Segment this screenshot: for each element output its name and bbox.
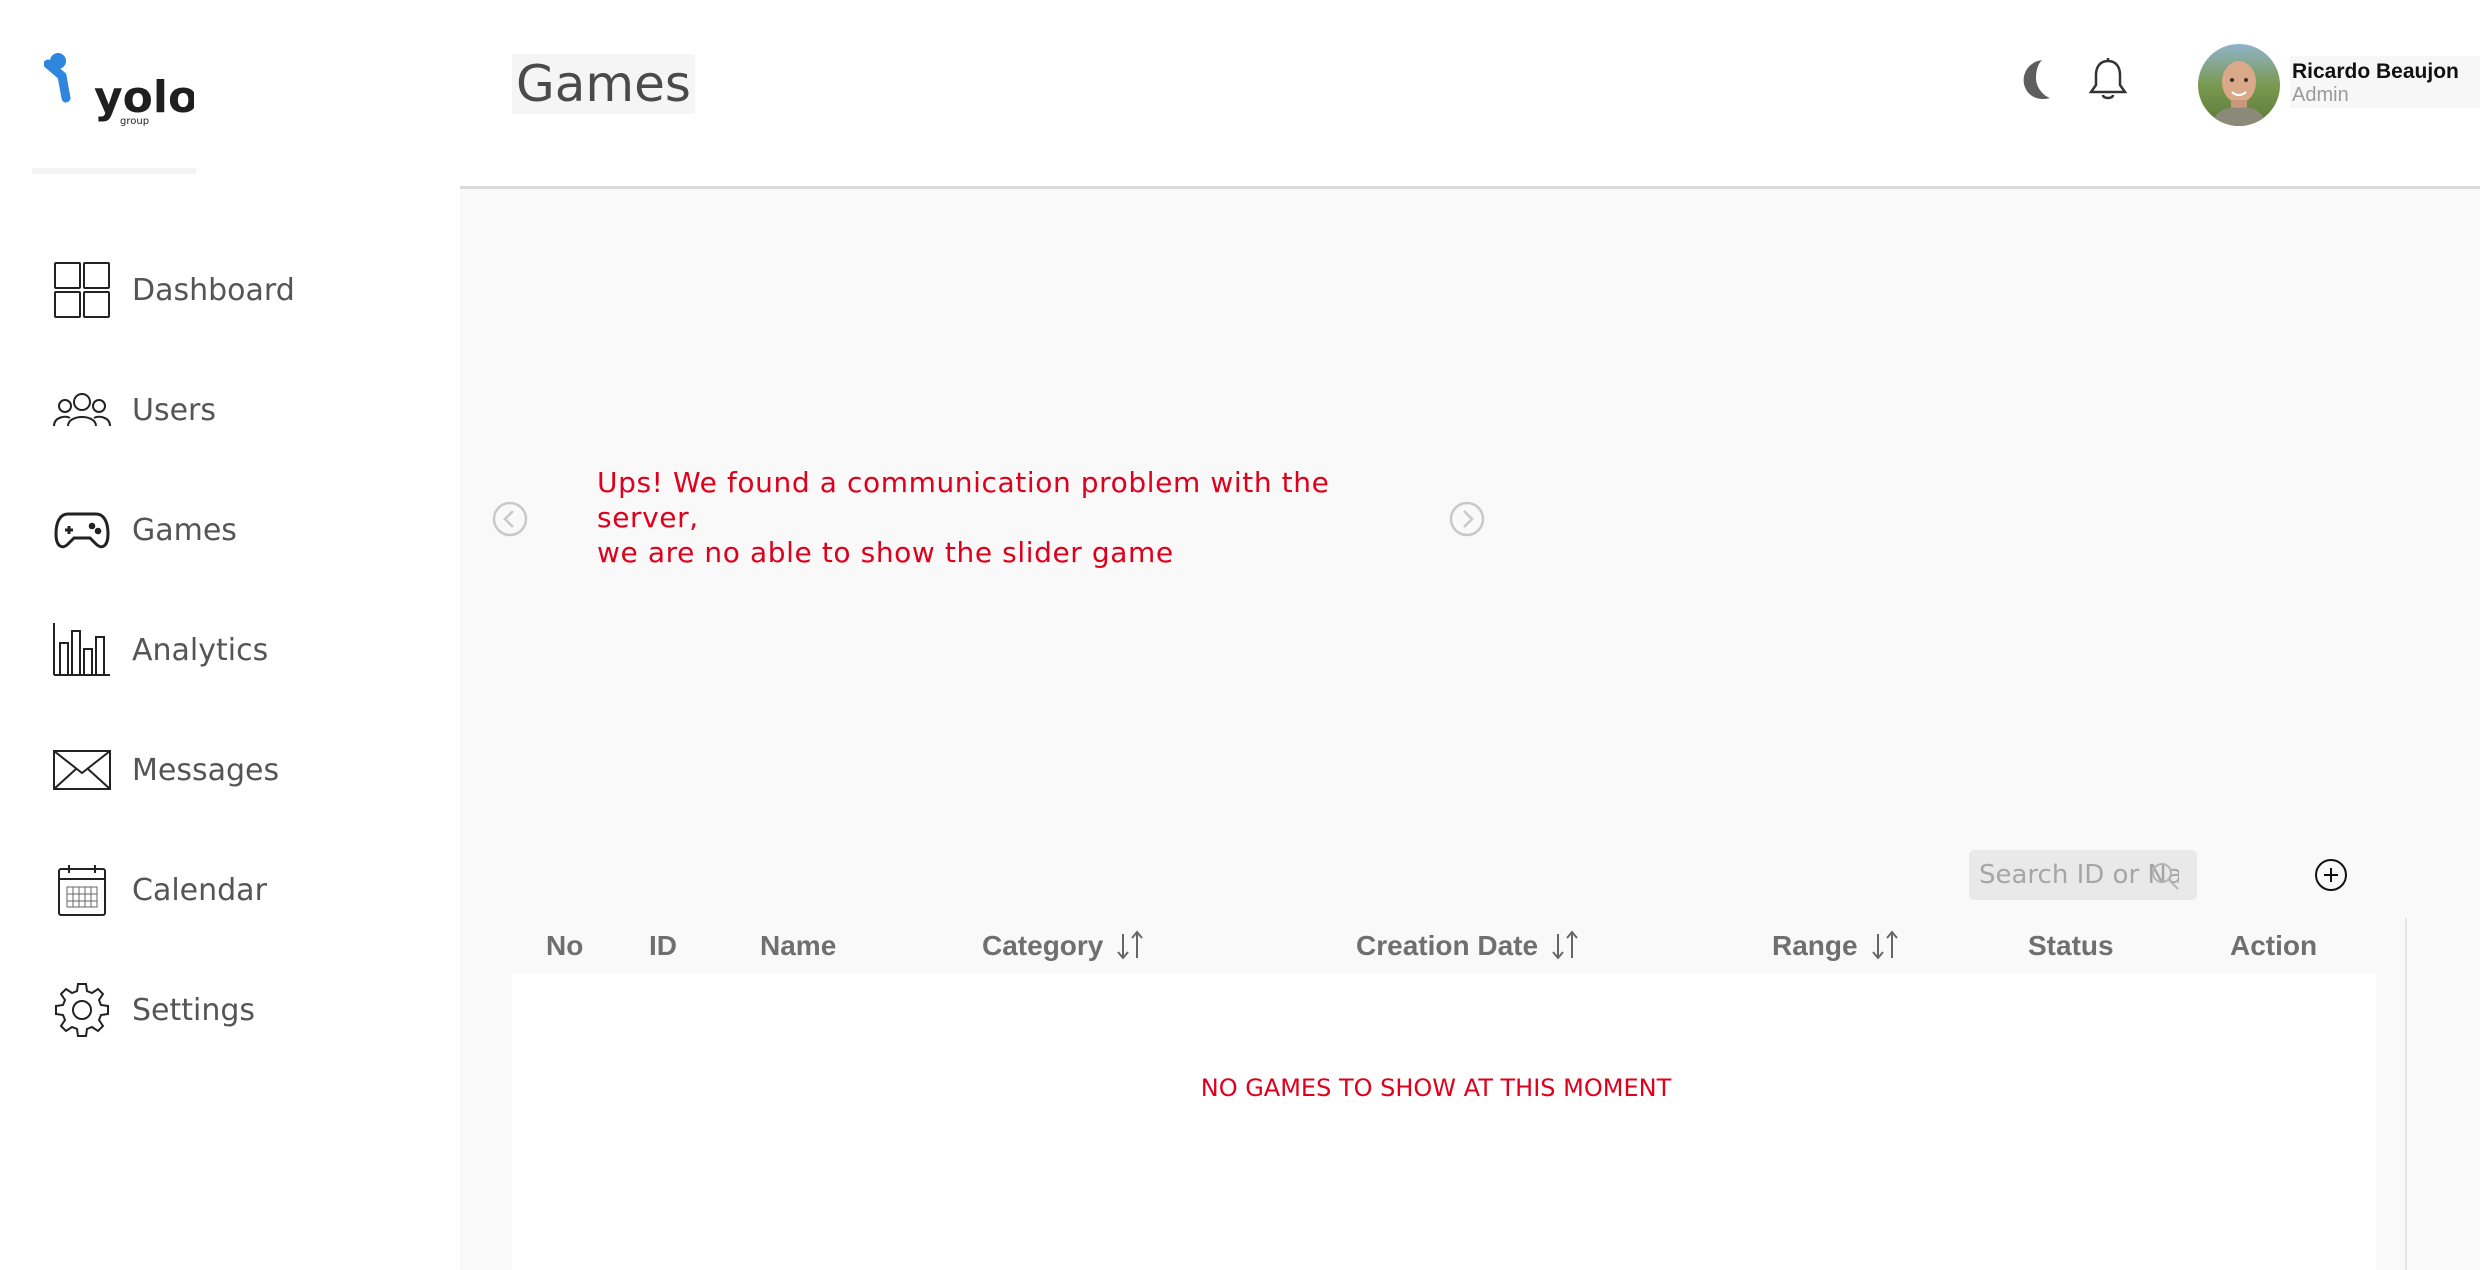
column-header-no: No bbox=[546, 930, 584, 961]
sidebar-item-games[interactable]: Games bbox=[50, 490, 430, 570]
dashboard-grid-icon bbox=[50, 258, 114, 322]
add-game-button[interactable] bbox=[2314, 858, 2348, 892]
sidebar-item-label: Users bbox=[132, 392, 217, 428]
bar-chart-icon bbox=[50, 618, 114, 682]
search-field[interactable] bbox=[1969, 850, 2197, 900]
sidebar-item-label: Games bbox=[132, 512, 237, 548]
sidebar-item-label: Calendar bbox=[132, 872, 267, 908]
user-info[interactable]: Ricardo Beaujon Admin bbox=[2290, 56, 2480, 108]
sidebar-item-label: Messages bbox=[132, 752, 280, 788]
top-header: Games Ricardo Beaujon Admin bbox=[460, 0, 2480, 189]
column-header-range: Range bbox=[1772, 918, 1902, 974]
logo-divider bbox=[32, 168, 196, 174]
sidebar-item-messages[interactable]: Messages bbox=[50, 730, 430, 810]
games-table-body: NO GAMES TO SHOW AT THIS MOMENT bbox=[512, 974, 2376, 1270]
slider-prev-button[interactable] bbox=[492, 501, 528, 537]
games-table-header: No ID Name Category Creation Date Range … bbox=[512, 918, 2376, 974]
slider-error-line: we are no able to show the slider game bbox=[597, 536, 1174, 569]
sidebar-item-dashboard[interactable]: Dashboard bbox=[50, 250, 430, 330]
yolo-group-logo[interactable]: yolo group bbox=[43, 50, 198, 130]
sidebar-item-label: Settings bbox=[132, 992, 256, 1028]
search-icon[interactable] bbox=[2149, 860, 2181, 892]
bell-icon[interactable] bbox=[2086, 56, 2130, 104]
envelope-icon bbox=[50, 738, 114, 802]
user-role: Admin bbox=[2292, 84, 2349, 106]
svg-text:group: group bbox=[120, 116, 149, 127]
column-header-name: Name bbox=[760, 930, 837, 961]
sidebar-item-users[interactable]: Users bbox=[50, 370, 430, 450]
sort-icon[interactable] bbox=[1868, 926, 1902, 966]
column-header-action: Action bbox=[2230, 930, 2318, 961]
sidebar-item-label: Analytics bbox=[132, 632, 269, 668]
sort-icon[interactable] bbox=[1113, 926, 1147, 966]
column-header-category: Category bbox=[982, 918, 1147, 974]
sort-icon[interactable] bbox=[1548, 926, 1582, 966]
slider-error-message: Ups! We found a communication problem wi… bbox=[597, 465, 1417, 570]
moon-icon[interactable] bbox=[2014, 56, 2058, 104]
column-header-creation-date: Creation Date bbox=[1356, 918, 1582, 974]
sidebar-item-analytics[interactable]: Analytics bbox=[50, 610, 430, 690]
sidebar-item-calendar[interactable]: Calendar bbox=[50, 850, 430, 930]
users-icon bbox=[50, 378, 114, 442]
avatar[interactable] bbox=[2198, 44, 2280, 126]
sidebar-item-label: Dashboard bbox=[132, 272, 295, 308]
calendar-icon bbox=[50, 858, 114, 922]
sidebar: yolo group Dashboard Users Games Analyti… bbox=[0, 0, 460, 1270]
slider-next-button[interactable] bbox=[1449, 501, 1485, 537]
gamepad-icon bbox=[50, 498, 114, 562]
user-name: Ricardo Beaujon bbox=[2292, 60, 2459, 83]
gear-icon bbox=[50, 978, 114, 1042]
main-content: Ups! We found a communication problem wi… bbox=[460, 189, 2480, 1270]
sidebar-item-settings[interactable]: Settings bbox=[50, 970, 430, 1050]
search-input[interactable] bbox=[1969, 850, 2179, 900]
column-header-id: ID bbox=[649, 930, 677, 961]
empty-table-message: NO GAMES TO SHOW AT THIS MOMENT bbox=[1200, 1074, 1672, 1102]
table-scrollbar[interactable] bbox=[2405, 918, 2407, 1270]
column-header-status: Status bbox=[2028, 930, 2114, 961]
page-title: Games bbox=[512, 54, 695, 114]
slider-error-line: Ups! We found a communication problem wi… bbox=[597, 466, 1330, 534]
